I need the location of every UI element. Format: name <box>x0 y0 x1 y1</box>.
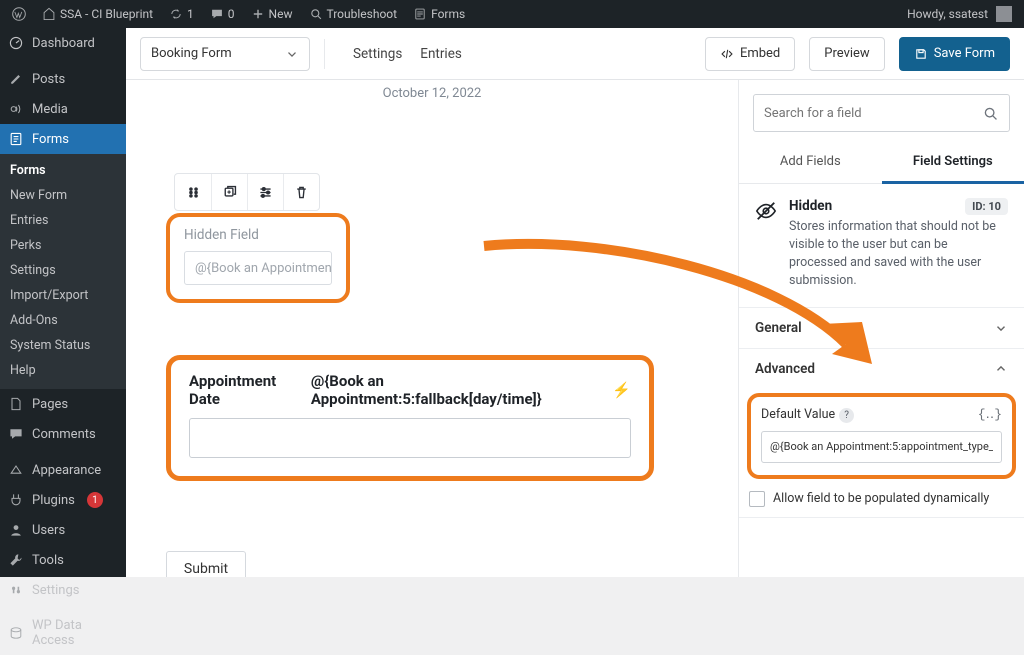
wp-logo[interactable] <box>6 0 32 28</box>
sub-settings[interactable]: Settings <box>0 258 126 283</box>
help-icon[interactable]: ? <box>839 408 854 423</box>
menu-users[interactable]: Users <box>0 515 126 545</box>
appointment-date-label: Appointment Date @{Book an Appointment:5… <box>189 372 631 408</box>
tab-entries[interactable]: Entries <box>420 40 462 68</box>
editor-sidebar: Add Fields Field Settings ID: 10 Hidden … <box>738 80 1024 577</box>
sub-system-status[interactable]: System Status <box>0 333 126 358</box>
save-icon <box>914 47 928 61</box>
search-icon <box>982 105 999 122</box>
menu-wp-data-access[interactable]: WP Data Access <box>0 611 126 655</box>
tab-settings[interactable]: Settings <box>353 40 402 68</box>
sidebar-tabs: Add Fields Field Settings <box>739 142 1024 184</box>
menu-media[interactable]: Media <box>0 94 126 124</box>
plugins-badge: 1 <box>87 492 103 508</box>
appointment-date-block[interactable]: Appointment Date @{Book an Appointment:5… <box>166 355 654 481</box>
merge-tag-button[interactable]: {‥} <box>978 407 1002 422</box>
form-switcher[interactable]: Booking Form <box>140 37 310 71</box>
chevron-down-icon <box>994 321 1008 335</box>
menu-settings[interactable]: Settings <box>0 575 126 605</box>
revision-date: October 12, 2022 <box>166 86 698 101</box>
chevron-up-icon <box>994 362 1008 376</box>
section-general: General <box>739 308 1024 349</box>
menu-pages[interactable]: Pages <box>0 389 126 419</box>
embed-button[interactable]: Embed <box>705 37 795 71</box>
submit-button[interactable]: Submit <box>166 551 246 577</box>
tab-field-settings[interactable]: Field Settings <box>882 142 1024 184</box>
form-canvas: October 12, 2022 Hidden Field @{Book an … <box>126 80 738 577</box>
form-editor-topbar: Booking Form Settings Entries Embed Prev… <box>126 28 1024 80</box>
menu-comments[interactable]: Comments <box>0 419 126 449</box>
delete-field-button[interactable] <box>283 174 319 210</box>
drag-handle[interactable] <box>175 174 211 210</box>
default-value-group: Default Value? {‥} <box>747 393 1016 479</box>
menu-posts[interactable]: Posts <box>0 64 126 94</box>
preview-button[interactable]: Preview <box>809 37 884 71</box>
menu-plugins[interactable]: Plugins1 <box>0 485 126 515</box>
sub-perks[interactable]: Perks <box>0 233 126 258</box>
save-form-button[interactable]: Save Form <box>899 37 1010 71</box>
menu-forms[interactable]: Forms <box>0 124 126 154</box>
new-content[interactable]: New <box>245 0 299 28</box>
menu-appearance[interactable]: Appearance <box>0 455 126 485</box>
default-value-label: Default Value <box>761 407 835 422</box>
search-input[interactable] <box>764 106 974 121</box>
code-icon <box>720 47 734 61</box>
sub-import-export[interactable]: Import/Export <box>0 283 126 308</box>
allow-dynamic-checkbox[interactable] <box>749 491 765 507</box>
admin-menu: Dashboard Posts Media Forms Forms New Fo… <box>0 28 126 577</box>
hidden-field-block[interactable]: Hidden Field @{Book an Appointmen <box>166 213 350 303</box>
sub-entries[interactable]: Entries <box>0 208 126 233</box>
updates[interactable]: 1 <box>163 0 200 28</box>
hidden-field-label: Hidden Field <box>184 227 332 243</box>
hidden-field-value: @{Book an Appointmen <box>184 251 332 285</box>
appointment-date-input[interactable] <box>189 418 631 458</box>
admin-bar: SSA - CI Blueprint 1 0 New Troubleshoot … <box>0 0 1024 28</box>
chevron-down-icon <box>285 47 299 61</box>
duplicate-button[interactable] <box>211 174 247 210</box>
field-info: ID: 10 Hidden Stores information that sh… <box>739 184 1024 308</box>
avatar <box>996 6 1012 22</box>
field-settings-button[interactable] <box>247 174 283 210</box>
sub-new-form[interactable]: New Form <box>0 183 126 208</box>
default-value-input[interactable] <box>761 431 1002 463</box>
section-general-toggle[interactable]: General <box>739 308 1024 348</box>
menu-dashboard[interactable]: Dashboard <box>0 28 126 58</box>
sub-addons[interactable]: Add-Ons <box>0 308 126 333</box>
allow-dynamic-label: Allow field to be populated dynamically <box>773 491 989 506</box>
field-type-description: Stores information that should not be vi… <box>789 218 1008 291</box>
sub-help[interactable]: Help <box>0 358 126 383</box>
howdy-user[interactable]: Howdy, ssatest <box>901 0 1018 28</box>
field-id-chip: ID: 10 <box>965 198 1008 215</box>
adminbar-forms[interactable]: Forms <box>407 0 471 28</box>
tab-add-fields[interactable]: Add Fields <box>739 142 882 183</box>
menu-tools[interactable]: Tools <box>0 545 126 575</box>
comments-count[interactable]: 0 <box>204 0 241 28</box>
field-toolbar <box>174 173 320 211</box>
submenu-forms: Forms New Form Entries Perks Settings Im… <box>0 154 126 389</box>
section-advanced-toggle[interactable]: Advanced <box>739 349 1024 389</box>
hidden-icon <box>755 200 777 291</box>
bolt-icon: ⚡ <box>612 381 631 399</box>
field-search[interactable] <box>753 94 1010 132</box>
sub-forms[interactable]: Forms <box>0 158 126 183</box>
site-name[interactable]: SSA - CI Blueprint <box>36 0 159 28</box>
section-advanced: Advanced Default Value? {‥} Allow field … <box>739 349 1024 518</box>
allow-dynamic-row[interactable]: Allow field to be populated dynamically <box>747 491 1016 507</box>
troubleshoot[interactable]: Troubleshoot <box>303 0 404 28</box>
